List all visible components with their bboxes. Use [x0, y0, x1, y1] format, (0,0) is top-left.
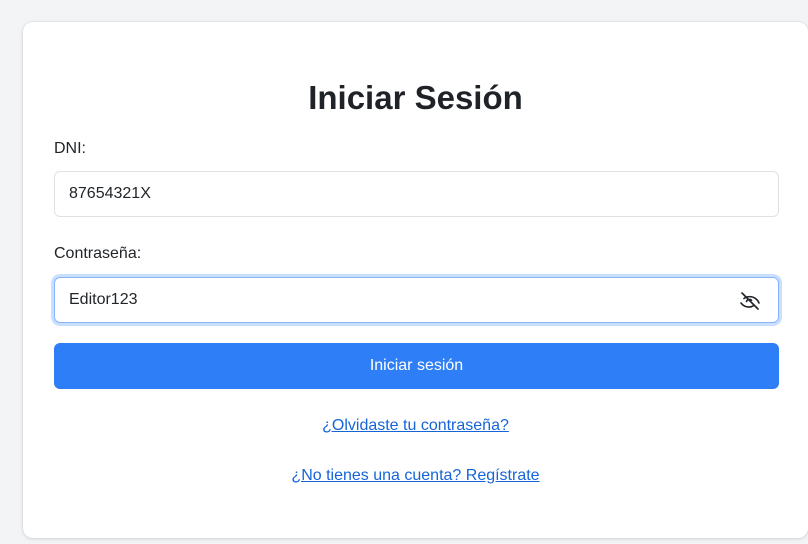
password-field-wrapper — [54, 277, 779, 323]
login-submit-button[interactable]: Iniciar sesión — [54, 343, 779, 389]
password-input[interactable] — [55, 278, 778, 322]
eye-slash-icon[interactable] — [738, 289, 762, 313]
login-card: Iniciar Sesión DNI: Contraseña: Iniciar … — [23, 22, 808, 538]
register-link[interactable]: ¿No tienes una cuenta? Regístrate — [23, 466, 808, 486]
dni-input[interactable] — [55, 172, 778, 216]
password-label: Contraseña: — [54, 245, 142, 262]
dni-label: DNI: — [54, 140, 86, 157]
forgot-password-link[interactable]: ¿Olvidaste tu contraseña? — [23, 416, 808, 436]
dni-field-wrapper — [54, 171, 779, 217]
page-title: Iniciar Sesión — [308, 79, 523, 116]
